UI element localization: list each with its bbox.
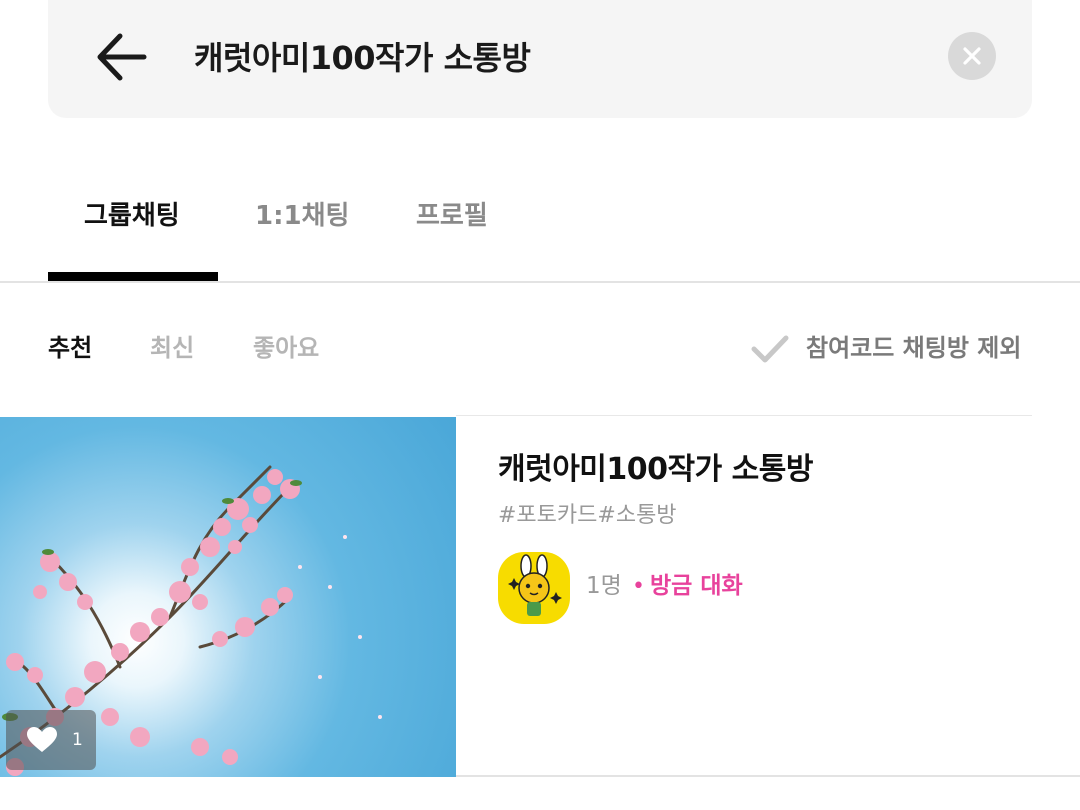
clear-search-button[interactable] xyxy=(948,32,996,80)
back-button[interactable] xyxy=(92,26,154,88)
last-activity: 방금 대화 xyxy=(650,573,743,599)
tab-divider xyxy=(0,281,1080,283)
like-badge[interactable]: 1 xyxy=(6,710,96,770)
sort-recommended[interactable]: 추천 xyxy=(48,330,92,366)
like-count: 1 xyxy=(72,730,83,750)
room-title[interactable]: 캐럿아미100작가 소통방 xyxy=(498,448,813,492)
separator-dot: • xyxy=(632,574,645,599)
list-divider-bottom xyxy=(456,775,1080,777)
check-icon xyxy=(751,335,789,363)
sort-likes[interactable]: 좋아요 xyxy=(253,330,319,366)
tab-profile[interactable]: 프로필 xyxy=(416,196,488,236)
tab-one-on-one-chat[interactable]: 1:1채팅 xyxy=(255,196,349,236)
close-icon xyxy=(963,47,981,65)
search-input[interactable]: 캐럿아미100작가 소통방 xyxy=(194,34,531,82)
avatar xyxy=(498,552,570,624)
arrow-left-icon xyxy=(97,33,147,81)
tab-group-chat[interactable]: 그룹채팅 xyxy=(84,196,180,236)
room-tags: #포토카드#소통방 xyxy=(498,503,677,528)
member-count: 1명 xyxy=(586,573,622,599)
list-divider xyxy=(456,415,1032,416)
exclude-code-rooms-label: 참여코드 채팅방 제외 xyxy=(806,334,1022,362)
active-tab-indicator xyxy=(48,272,218,281)
sort-latest[interactable]: 최신 xyxy=(150,330,194,366)
heart-icon xyxy=(27,727,57,752)
bunny-avatar-icon xyxy=(508,554,562,616)
